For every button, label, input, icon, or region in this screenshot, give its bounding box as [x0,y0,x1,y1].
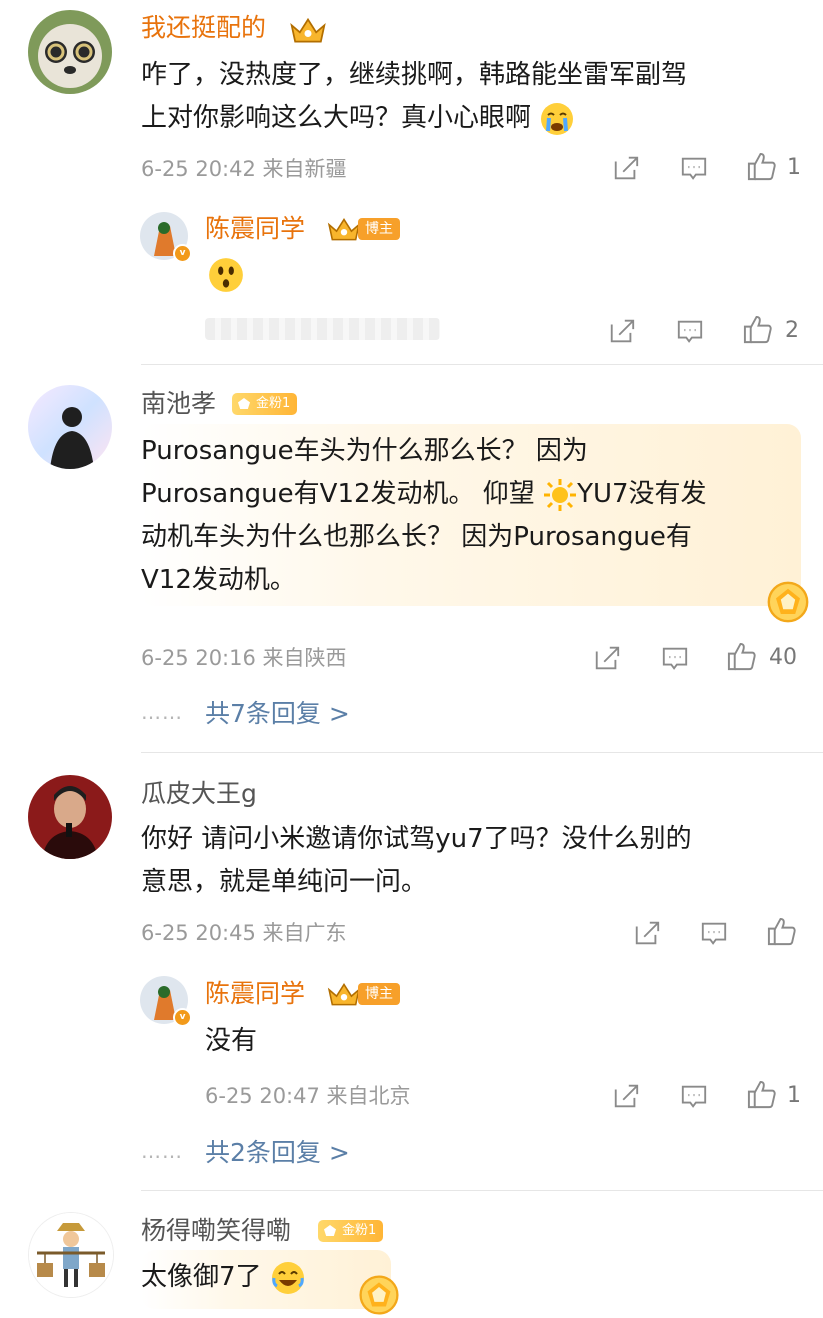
avatar[interactable] [28,775,112,859]
blurred-line [205,318,440,340]
comment-text: Purosangue车头为什么那么长？ 因为 Purosangue有V12发动机… [141,436,707,595]
fan-badge: 金粉1 [232,393,298,415]
crown-icon [289,16,327,44]
share-icon[interactable] [593,644,621,672]
like-icon[interactable] [766,916,797,947]
laughing-emoji [271,1261,304,1294]
crying-emoji [541,102,574,135]
share-icon[interactable] [633,919,661,947]
verified-badge: v [173,244,192,263]
dots: …… [141,1139,183,1163]
like-count: 2 [785,318,799,343]
like-count: 1 [787,1083,801,1108]
crown-icon [327,216,361,242]
username[interactable]: 我还挺配的 [141,13,266,43]
divider [141,364,823,365]
username[interactable]: 陈震同学 [205,214,305,244]
gold-medal-icon [356,1272,402,1318]
avatar[interactable] [28,10,112,94]
avatar[interactable] [28,1212,114,1298]
share-icon[interactable] [612,154,640,182]
username[interactable]: 瓜皮大王g [141,779,257,809]
like-count: 1 [787,155,801,180]
reply-text: 没有 [205,1026,258,1056]
like-icon[interactable] [746,151,777,182]
comment-icon[interactable] [680,154,708,182]
like-count: 40 [769,645,797,670]
comment-text: 你好 请问小米邀请你试驾yu7了吗？没什么别的 意思，就是单纯问一问。 [141,824,692,897]
more-replies-link[interactable]: 共7条回复 > [205,699,350,729]
username[interactable]: 南池孝 [141,389,216,419]
more-replies-link[interactable]: 共2条回复 > [205,1138,350,1168]
share-icon[interactable] [612,1082,640,1110]
sun-emoji [544,478,577,511]
gold-medal-icon [764,578,812,626]
like-icon[interactable] [746,1079,777,1110]
like-icon[interactable] [726,641,757,672]
comment-icon[interactable] [676,317,704,345]
verified-badge: v [173,1008,192,1027]
username[interactable]: 杨得嘞笑得嘞 [141,1216,291,1246]
comment-icon[interactable] [661,644,689,672]
comment-text: 太像御7了 [141,1256,306,1299]
username[interactable]: 陈震同学 [205,979,305,1009]
divider [141,752,823,753]
fan-badge: 金粉1 [318,1220,384,1242]
comment-text: 咋了，没热度了，继续挑啊，韩路能坐雷军副驾 上对你影响这么大吗？真小心眼啊 [141,54,811,140]
comment-meta: 6-25 20:16 来自陕西 [141,646,347,670]
crown-icon [327,981,361,1007]
comment-icon[interactable] [680,1082,708,1110]
host-badge: 博主 [358,983,400,1005]
dots: …… [141,700,183,724]
share-icon[interactable] [608,317,636,345]
divider [141,1190,823,1191]
shocked-emoji [209,258,243,292]
comment-meta: 6-25 20:42 来自新疆 [141,157,347,181]
like-icon[interactable] [742,314,773,345]
comment-meta: 6-25 20:45 来自广东 [141,921,347,945]
reply-meta: 6-25 20:47 来自北京 [205,1084,411,1108]
comment-icon[interactable] [700,919,728,947]
avatar[interactable] [28,385,112,469]
host-badge: 博主 [358,218,400,240]
